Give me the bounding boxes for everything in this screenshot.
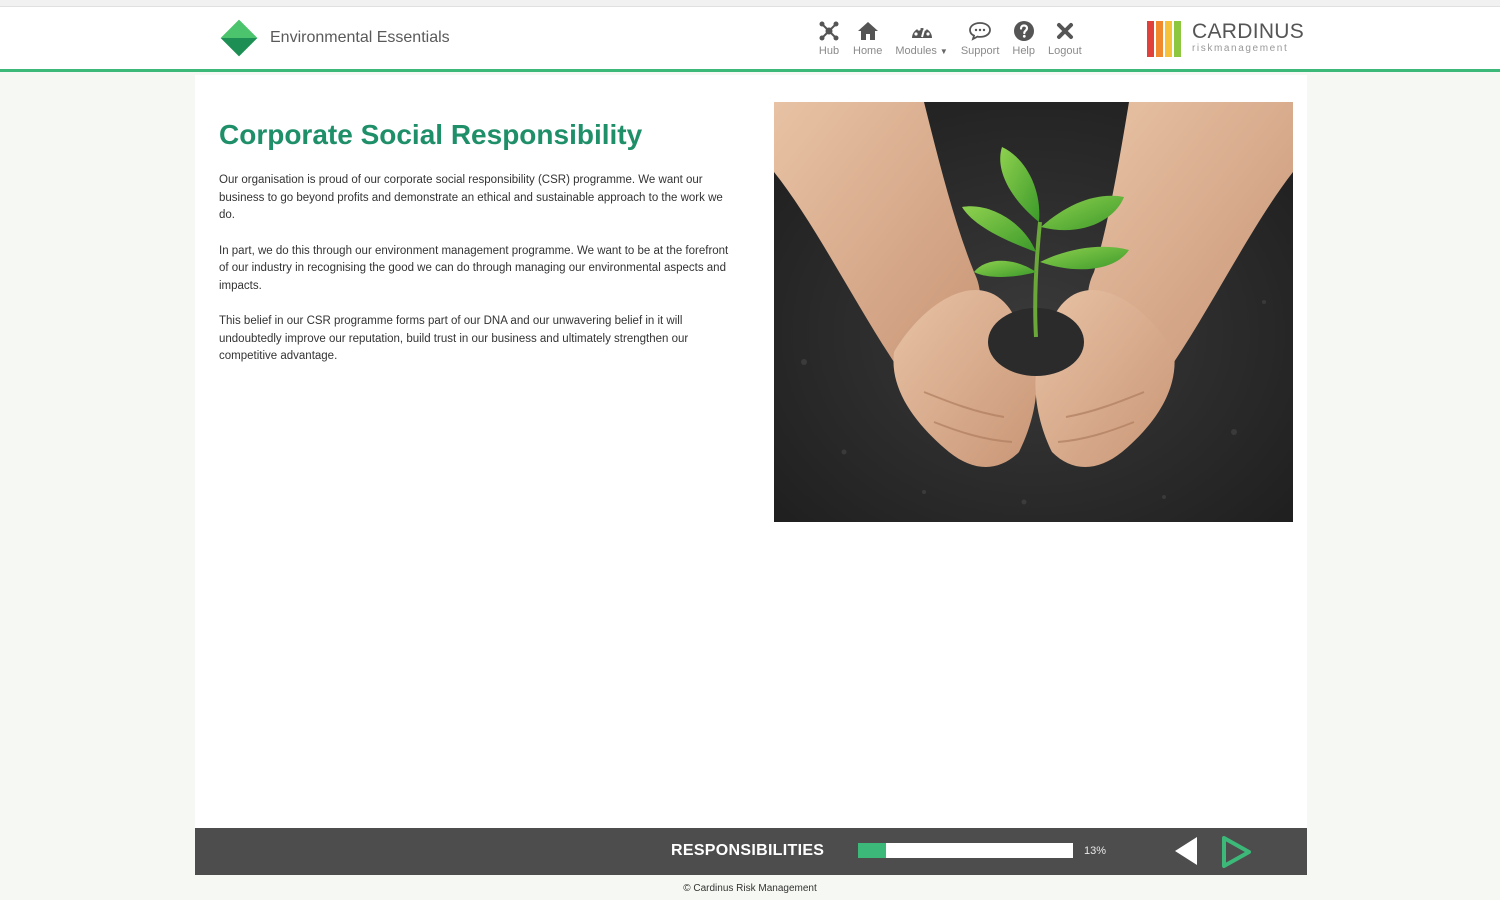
logo-bars (1147, 21, 1183, 57)
nav-support[interactable]: Support (960, 19, 1000, 57)
brand[interactable]: Environmental Essentials (220, 19, 450, 57)
nav-modules-text: Modules (895, 45, 937, 57)
speech-bubble-icon (968, 19, 992, 43)
hub-icon (818, 19, 840, 43)
help-icon (1013, 19, 1035, 43)
cardinus-logo: CARDINUS riskmanagement (1147, 21, 1304, 57)
copyright-icon: © (683, 883, 691, 894)
previous-arrow-icon[interactable] (1171, 835, 1201, 872)
nav-home-label: Home (853, 45, 883, 57)
nav-help[interactable]: Help (1012, 19, 1035, 57)
progress-fill (858, 843, 886, 858)
page-title: Corporate Social Responsibility (219, 119, 643, 150)
app-title: Environmental Essentials (270, 29, 450, 46)
nav-support-label: Support (960, 45, 1000, 57)
nav-hub-label: Hub (818, 45, 840, 57)
paragraph: Our organisation is proud of our corpora… (219, 174, 723, 221)
logo-text: CARDINUS riskmanagement (1192, 21, 1304, 54)
home-icon (857, 19, 879, 43)
paragraph: In part, we do this through our environm… (219, 244, 729, 292)
top-nav: Hub Home Modules ▼ Support Help Logout (818, 19, 1095, 57)
chevron-down-icon: ▼ (939, 47, 948, 56)
nav-logout-label: Logout (1048, 45, 1082, 57)
next-arrow-icon[interactable] (1219, 835, 1253, 874)
logo-name: CARDINUS (1192, 20, 1305, 43)
section-label: RESPONSIBILITIES (671, 842, 825, 859)
seedling-photo (774, 102, 1293, 522)
content-panel: Corporate Social Responsibility Our orga… (195, 75, 1307, 828)
paragraph: This belief in our CSR programme forms p… (219, 315, 689, 362)
nav-help-label: Help (1012, 45, 1035, 57)
copyright: © Cardinus Risk Management (0, 883, 1500, 894)
modules-icon (910, 19, 934, 43)
copyright-text: Cardinus Risk Management (693, 883, 817, 894)
progress-bar (858, 843, 1073, 858)
nav-modules[interactable]: Modules ▼ (895, 19, 948, 57)
logo-bar (1165, 21, 1172, 57)
browser-top-strip (0, 0, 1500, 7)
nav-logout[interactable]: Logout (1048, 19, 1082, 57)
brand-diamond-icon (220, 19, 258, 57)
nav-hub[interactable]: Hub (818, 19, 840, 57)
app-header: Environmental Essentials Hub Home Module… (0, 7, 1500, 72)
logo-subtitle: riskmanagement (1192, 43, 1289, 54)
logo-bar (1174, 21, 1181, 57)
close-icon (1055, 19, 1075, 43)
body-text: Our organisation is proud of our corpora… (219, 172, 739, 384)
nav-modules-label: Modules ▼ (895, 45, 948, 57)
nav-home[interactable]: Home (853, 19, 882, 57)
logo-bar (1147, 21, 1154, 57)
course-footer-bar: RESPONSIBILITIES 13% (195, 828, 1307, 875)
progress-percent: 13% (1084, 845, 1107, 857)
logo-bar (1156, 21, 1163, 57)
